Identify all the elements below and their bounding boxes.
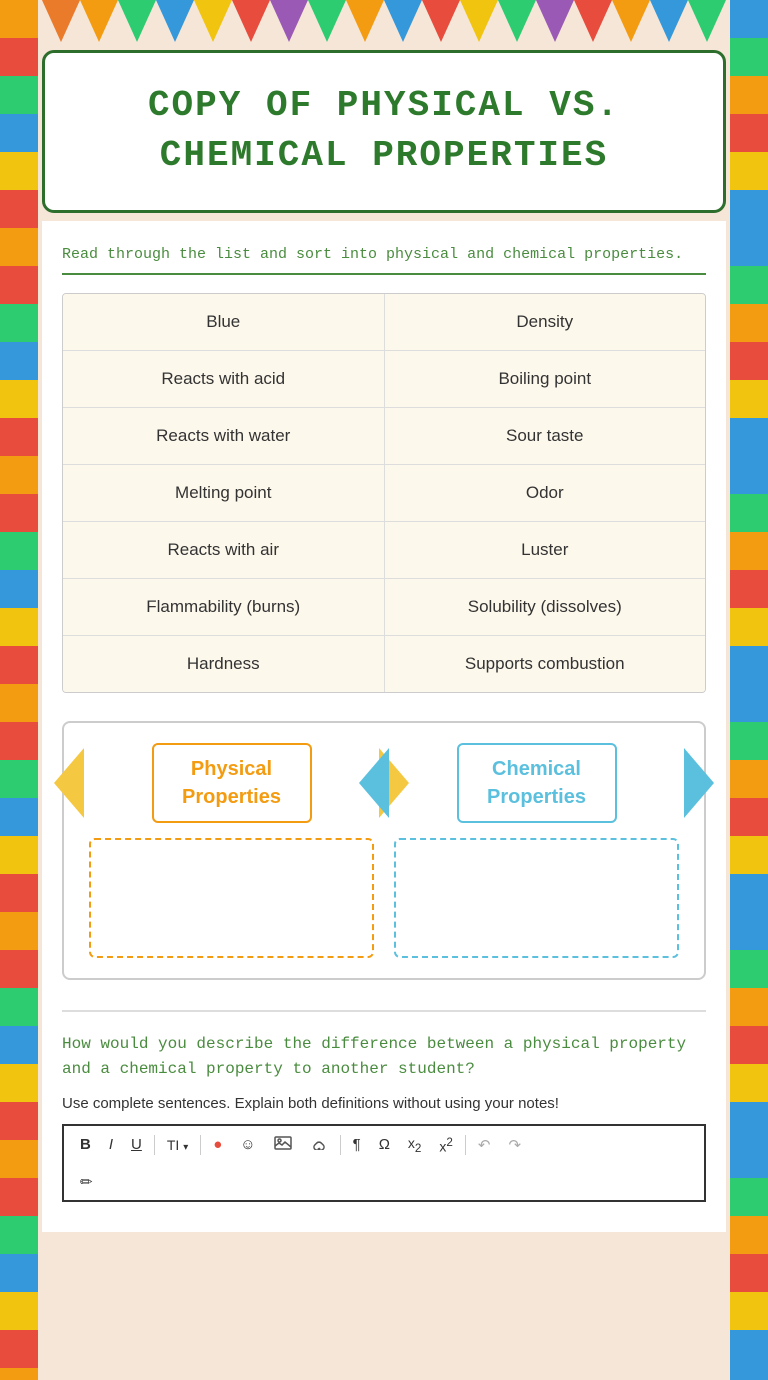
divider — [154, 1135, 155, 1155]
question-section: How would you describe the difference be… — [62, 1010, 706, 1202]
sort-cell-reacts-water[interactable]: Reacts with water — [63, 408, 385, 464]
chemical-properties-column: ChemicalProperties — [394, 743, 679, 958]
superscript-button[interactable]: x2 — [433, 1133, 458, 1158]
color-button[interactable]: ● — [207, 1133, 228, 1156]
main-title: COPY OF PHYSICAL VS. CHEMICAL PROPERTIES — [65, 81, 703, 182]
sort-cell-density[interactable]: Density — [385, 294, 706, 350]
divider — [340, 1135, 341, 1155]
sort-cell-flammability[interactable]: Flammability (burns) — [63, 579, 385, 635]
divider — [200, 1135, 201, 1155]
sort-row[interactable]: Flammability (burns) Solubility (dissolv… — [63, 579, 705, 636]
main-content: Read through the list and sort into phys… — [42, 221, 726, 1232]
sort-cell-hardness[interactable]: Hardness — [63, 636, 385, 692]
instruction-text: Read through the list and sort into phys… — [62, 246, 706, 275]
redo-button[interactable]: ↷ — [502, 1133, 527, 1157]
chemical-ribbon-left — [359, 748, 389, 818]
sort-cell-boiling-point[interactable]: Boiling point — [385, 351, 706, 407]
physical-properties-column: PhysicalProperties — [89, 743, 374, 958]
sort-row[interactable]: Reacts with acid Boiling point — [63, 351, 705, 408]
sort-row[interactable]: Reacts with air Luster — [63, 522, 705, 579]
chemical-drop-zone[interactable] — [394, 838, 679, 958]
eraser-button[interactable]: ✏ — [74, 1170, 99, 1194]
question-text: How would you describe the difference be… — [62, 1032, 706, 1083]
left-border — [0, 0, 38, 1380]
sort-cell-luster[interactable]: Luster — [385, 522, 706, 578]
chemical-ribbon-right — [684, 748, 714, 818]
sorting-section: PhysicalProperties ChemicalProperties — [62, 721, 706, 980]
sort-cell-blue[interactable]: Blue — [63, 294, 385, 350]
paragraph-button[interactable]: ¶ — [347, 1133, 367, 1156]
underline-button[interactable]: U — [125, 1133, 148, 1156]
bold-button[interactable]: B — [74, 1133, 97, 1156]
sort-row[interactable]: Hardness Supports combustion — [63, 636, 705, 692]
chemical-label-box: ChemicalProperties — [457, 743, 617, 823]
subscript-button[interactable]: x2 — [402, 1132, 427, 1158]
divider — [465, 1135, 466, 1155]
title-section: COPY OF PHYSICAL VS. CHEMICAL PROPERTIES — [42, 50, 726, 213]
sort-cell-sour-taste[interactable]: Sour taste — [385, 408, 706, 464]
link-button[interactable] — [304, 1133, 334, 1157]
sort-cell-odor[interactable]: Odor — [385, 465, 706, 521]
omega-button[interactable]: Ω — [373, 1133, 396, 1156]
editor-toolbar: B I U TI ▾ ● ☺ — [62, 1124, 706, 1202]
undo-button[interactable]: ↶ — [472, 1133, 497, 1157]
sort-cell-supports-combustion[interactable]: Supports combustion — [385, 636, 706, 692]
top-decoration — [42, 0, 726, 42]
sort-cell-melting-point[interactable]: Melting point — [63, 465, 385, 521]
sort-cell-reacts-air[interactable]: Reacts with air — [63, 522, 385, 578]
sort-cell-solubility[interactable]: Solubility (dissolves) — [385, 579, 706, 635]
right-border — [730, 0, 768, 1380]
sort-row[interactable]: Blue Density — [63, 294, 705, 351]
font-size-button[interactable]: TI ▾ — [161, 1134, 194, 1156]
subtext: Use complete sentences. Explain both def… — [62, 1095, 706, 1112]
physical-ribbon-left — [54, 748, 84, 818]
sort-row[interactable]: Reacts with water Sour taste — [63, 408, 705, 465]
sort-cell-reacts-acid[interactable]: Reacts with acid — [63, 351, 385, 407]
sort-row[interactable]: Melting point Odor — [63, 465, 705, 522]
physical-drop-zone[interactable] — [89, 838, 374, 958]
emoji-button[interactable]: ☺ — [234, 1133, 261, 1156]
italic-button[interactable]: I — [103, 1133, 119, 1156]
physical-label-box: PhysicalProperties — [152, 743, 312, 823]
image-button[interactable] — [268, 1133, 298, 1157]
sort-grid: Blue Density Reacts with acid Boiling po… — [62, 293, 706, 693]
